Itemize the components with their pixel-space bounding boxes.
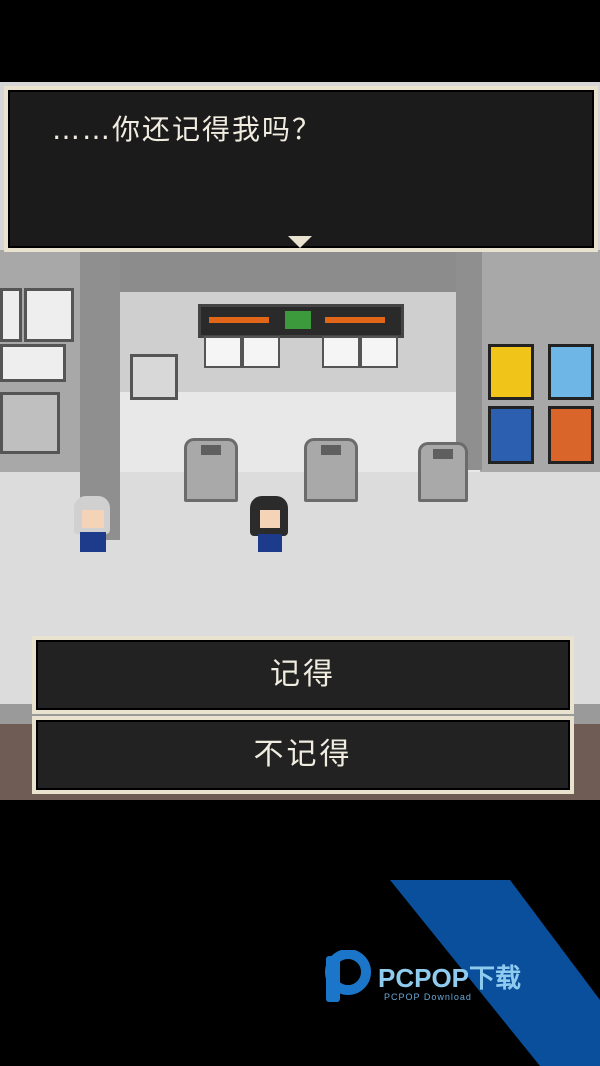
- body: [258, 534, 282, 552]
- body: [80, 532, 106, 552]
- departure-board: [198, 304, 404, 338]
- character-silver-hair: [70, 496, 114, 558]
- hall-ceiling: [118, 252, 458, 292]
- dialog-text: ……你还记得我吗？: [52, 113, 323, 146]
- info-screen: [242, 336, 280, 368]
- board-line-left: [209, 317, 269, 323]
- info-screen: [360, 336, 398, 368]
- board-line-right: [325, 317, 385, 323]
- gate-slot: [201, 445, 221, 455]
- poster-character: [488, 406, 534, 464]
- info-screen: [322, 336, 360, 368]
- signboard: [130, 354, 178, 400]
- ticket-gate: [418, 442, 468, 502]
- right-pillar: [456, 250, 482, 470]
- character-dark-hair: [246, 496, 292, 558]
- poster-sunset: [548, 406, 594, 464]
- wall-map: [0, 288, 22, 342]
- wall-window: [0, 392, 60, 454]
- face: [82, 510, 104, 528]
- poster-sky: [548, 344, 594, 400]
- poster-cat: [488, 344, 534, 400]
- face: [260, 510, 280, 528]
- ticket-gate: [304, 438, 358, 502]
- pcpop-logo-icon: [325, 950, 371, 1002]
- gate-slot: [321, 445, 341, 455]
- wall-map: [24, 288, 74, 342]
- choice-remember-button[interactable]: 记得: [32, 636, 574, 714]
- choice-forget-button[interactable]: 不记得: [32, 716, 574, 794]
- dialog-continue-arrow-icon: [288, 236, 312, 248]
- watermark-brand: PCPOP下载: [378, 963, 522, 993]
- info-screen: [204, 336, 242, 368]
- ticket-gate: [184, 438, 238, 502]
- wall-sign: [0, 344, 66, 382]
- gate-slot: [433, 449, 453, 459]
- board-clock-icon: [285, 311, 311, 329]
- watermark-sub: PCPOP Download: [384, 992, 472, 1002]
